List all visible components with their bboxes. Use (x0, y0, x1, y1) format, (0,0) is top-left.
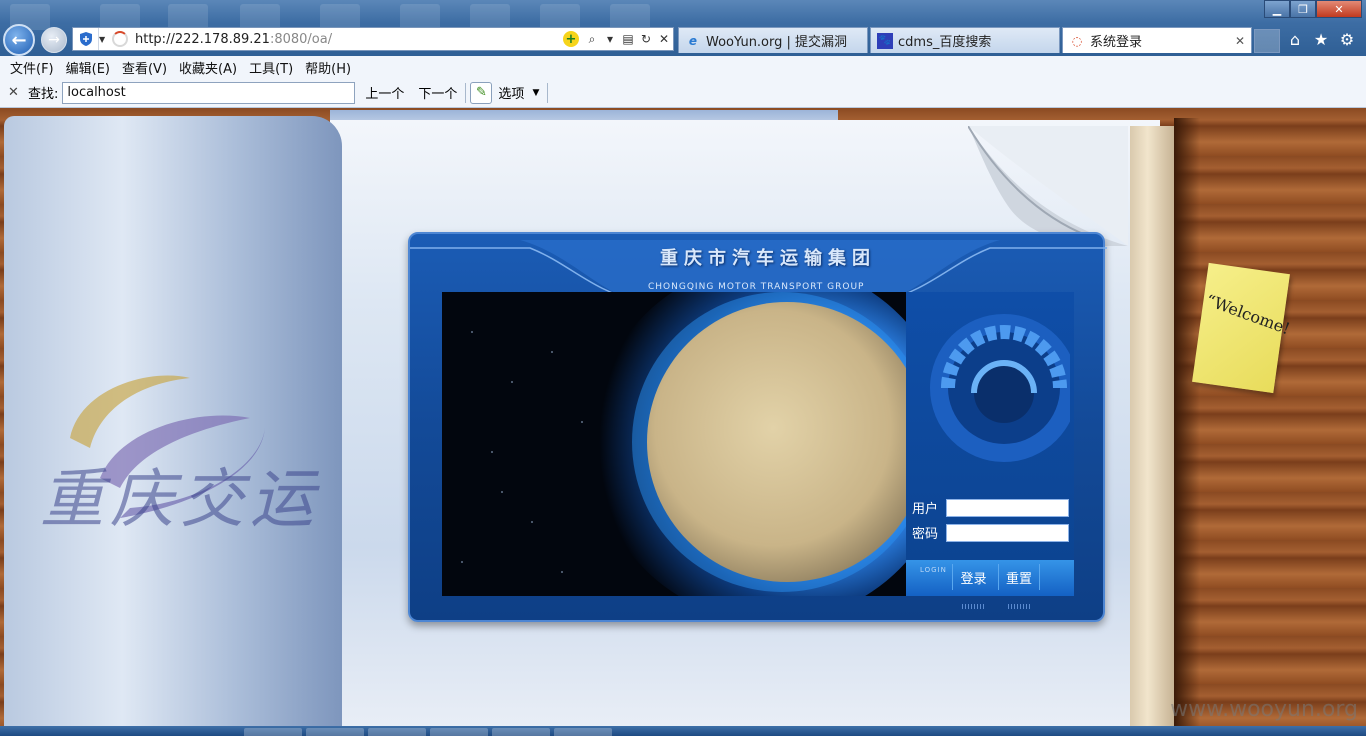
welcome-sticky-note: “Welcome! (1192, 262, 1293, 394)
address-bar[interactable]: ▼ http://222.178.89.21:8080/oa/ + ⌕ ▾ ▤ … (72, 27, 674, 51)
menu-edit[interactable]: 编辑(E) (60, 58, 116, 77)
menu-file[interactable]: 文件(F) (4, 58, 60, 77)
url-host: http://222.178.89.21 (135, 31, 270, 47)
window-controls: ▁ ❐ ✕ (1264, 0, 1362, 18)
close-tab-icon[interactable]: ✕ (1235, 34, 1245, 48)
search-icon[interactable]: ⌕ (583, 29, 601, 49)
new-tab-button[interactable] (1254, 29, 1280, 53)
taskbar-button[interactable] (306, 728, 364, 736)
watermark: www.wooyun.org (1170, 697, 1358, 722)
company-name-cn: 重庆市汽车运输集团 (660, 248, 876, 269)
divider (547, 82, 549, 103)
favorites-star-icon[interactable]: ★ (1308, 28, 1334, 50)
tab-label: 系统登录 (1090, 35, 1143, 50)
login-panel: 重庆市汽车运输集团 CHONGQING MOTOR TRANSPORT GROU… (408, 232, 1107, 622)
tab-login[interactable]: ◌ 系统登录 ✕ (1062, 27, 1252, 53)
decorative-grip (962, 604, 986, 609)
taskbar-button[interactable] (244, 728, 302, 736)
loading-icon (112, 31, 128, 47)
menu-favorites[interactable]: 收藏夹(A) (173, 58, 243, 77)
password-row: 密码 (912, 523, 1069, 542)
back-button[interactable]: ← (3, 24, 35, 56)
taskbar-button[interactable] (368, 728, 426, 736)
password-label: 密码 (912, 527, 939, 542)
site-shield-icon[interactable] (73, 28, 99, 50)
gear-icon[interactable]: ⚙ (1334, 28, 1360, 50)
cover-calligraphy-text: 重庆交运 (40, 463, 320, 537)
forward-button[interactable]: → (41, 27, 67, 53)
login-tag: LOGIN (920, 566, 947, 574)
user-row: 用户 (912, 498, 1069, 517)
book-shadow (1174, 118, 1200, 726)
toolbar-icons: ⌂ ★ ⚙ (1282, 28, 1360, 50)
close-window-button[interactable]: ✕ (1316, 0, 1362, 18)
page-curl-decoration (968, 126, 1128, 246)
tab-strip: e WooYun.org | 提交漏洞 🐾 cdms_百度搜索 ◌ 系统登录 ✕ (678, 27, 1280, 53)
taskbar (0, 726, 1366, 736)
menu-bar: 文件(F) 编辑(E) 查看(V) 收藏夹(A) 工具(T) 帮助(H) (0, 56, 1366, 78)
maximize-button[interactable]: ❐ (1290, 0, 1316, 18)
book-page-edges (1130, 126, 1174, 726)
login-button[interactable]: 登录 (952, 564, 994, 590)
ie-icon: e (688, 33, 698, 48)
find-previous-button[interactable]: 上一个 (365, 83, 404, 102)
stop-icon[interactable]: ✕ (655, 29, 673, 49)
arrow-left-icon: ← (11, 29, 27, 51)
arrow-right-icon: → (48, 32, 60, 48)
tab-label: WooYun.org | 提交漏洞 (706, 35, 848, 50)
search-dropdown-icon[interactable]: ▾ (601, 29, 619, 49)
page-icon[interactable]: ▤ (619, 29, 637, 49)
chevron-down-icon[interactable]: ▼ (99, 35, 109, 44)
tab-label: cdms_百度搜索 (898, 35, 992, 50)
web-page: 重庆交运 “Welcome! 重庆市汽车运输集团 CHONGQING MOTOR… (0, 108, 1366, 726)
find-label: 查找: (28, 87, 59, 102)
taskbar-button[interactable] (554, 728, 612, 736)
login-button-bar: LOGIN 登录 重置 (906, 560, 1074, 596)
find-options-button[interactable]: 选项 (498, 83, 524, 102)
compatibility-icon[interactable]: + (563, 31, 579, 47)
reset-button[interactable]: 重置 (998, 564, 1040, 590)
tech-graphic-icon (930, 314, 1070, 462)
tab-wooyun[interactable]: e WooYun.org | 提交漏洞 (678, 27, 868, 53)
planet-image (442, 292, 906, 596)
menu-tools[interactable]: 工具(T) (243, 58, 299, 77)
refresh-icon[interactable]: ↻ (637, 29, 655, 49)
divider (465, 82, 467, 103)
minimize-button[interactable]: ▁ (1264, 0, 1290, 18)
menu-view[interactable]: 查看(V) (116, 58, 173, 77)
company-name-en: CHONGQING MOTOR TRANSPORT GROUP (648, 282, 865, 292)
taskbar-button[interactable] (430, 728, 488, 736)
chevron-down-icon[interactable]: ▼ (532, 88, 539, 98)
welcome-text: “Welcome! (1203, 290, 1293, 339)
decorative-grip (1008, 604, 1032, 609)
find-input[interactable] (62, 81, 356, 104)
url-text[interactable]: http://222.178.89.21:8080/oa/ (131, 32, 563, 47)
url-path: :8080/oa/ (269, 31, 333, 47)
find-bar: ✕ 查找: 上一个 下一个 ✎ 选项 ▼ (0, 78, 1366, 108)
loading-icon: ◌ (1071, 33, 1083, 48)
login-header: 重庆市汽车运输集团 CHONGQING MOTOR TRANSPORT GROU… (410, 234, 1107, 303)
user-label: 用户 (912, 502, 939, 517)
login-form: 用户 密码 LOGIN 登录 重置 (906, 292, 1074, 596)
close-find-icon[interactable]: ✕ (8, 85, 24, 100)
tab-baidu[interactable]: 🐾 cdms_百度搜索 (870, 27, 1060, 53)
password-input[interactable] (946, 523, 1069, 542)
baidu-paw-icon: 🐾 (877, 32, 893, 49)
find-next-button[interactable]: 下一个 (418, 83, 457, 102)
browser-title-bar: ▁ ❐ ✕ ← → ▼ http://222.178.89.21:8080/oa… (0, 0, 1366, 56)
username-input[interactable] (946, 498, 1069, 517)
highlight-pencil-icon[interactable]: ✎ (470, 81, 493, 104)
home-icon[interactable]: ⌂ (1282, 28, 1308, 50)
menu-help[interactable]: 帮助(H) (299, 58, 357, 77)
taskbar-button[interactable] (492, 728, 550, 736)
